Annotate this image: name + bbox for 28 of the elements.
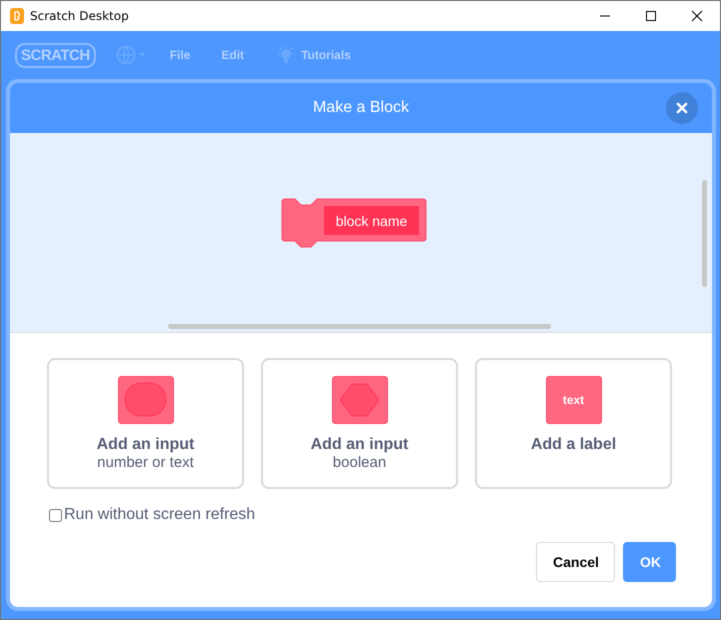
option-subtitle: number or text	[97, 454, 194, 472]
round-input-icon	[118, 376, 174, 424]
label-icon: text	[546, 376, 602, 424]
horizontal-scrollbar[interactable]	[168, 324, 551, 329]
option-card[interactable]: Add an input number or text	[47, 358, 244, 489]
option-card[interactable]: Add an input boolean	[261, 358, 458, 489]
option-subtitle: boolean	[332, 454, 386, 472]
ok-button[interactable]: OK	[623, 542, 676, 582]
window-title: Scratch Desktop	[30, 9, 129, 23]
cancel-button[interactable]: Cancel	[536, 542, 615, 582]
vertical-scrollbar[interactable]	[702, 180, 707, 287]
checkbox-label: Run without screen refresh	[64, 506, 256, 524]
block-name-field[interactable]: block name	[324, 206, 419, 235]
menu-item[interactable]: File	[170, 48, 190, 62]
menu-item[interactable]: Edit	[221, 48, 244, 62]
dialog-title: Make a Block	[312, 99, 410, 117]
option-title: Add an input	[96, 435, 194, 454]
option-title: Add an input	[310, 435, 408, 454]
maximize-icon[interactable]	[645, 10, 657, 22]
lightbulb-icon	[277, 45, 296, 65]
menu-item[interactable]: Tutorials	[277, 45, 351, 65]
app-icon	[10, 8, 24, 24]
option-card[interactable]: text Add a label	[475, 358, 672, 489]
option-title: Add a label	[530, 435, 616, 454]
hexagon-input-icon	[332, 376, 388, 424]
refresh-checkbox[interactable]	[49, 508, 62, 522]
scratch-logo[interactable]: SCRATCH	[15, 42, 96, 68]
close-icon[interactable]	[691, 10, 703, 22]
